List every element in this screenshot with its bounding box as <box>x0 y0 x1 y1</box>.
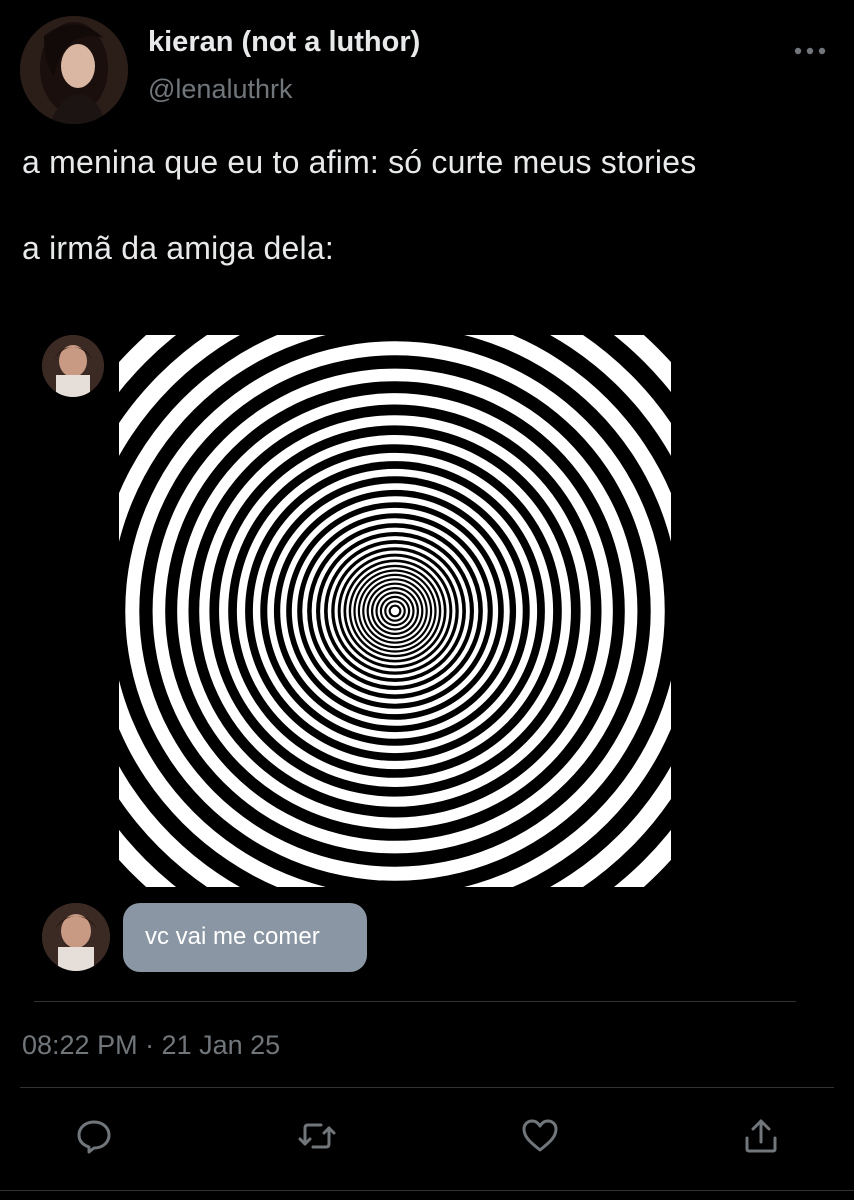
like-icon[interactable] <box>520 1116 560 1156</box>
author-handle[interactable]: @lenaluthrk <box>148 74 292 105</box>
chat-sender-avatar <box>42 903 110 971</box>
profile-photo-avatar <box>20 16 128 124</box>
author-display-name[interactable]: kieran (not a luthor) <box>148 26 420 59</box>
reply-icon[interactable] <box>74 1116 114 1156</box>
divider <box>20 1087 834 1088</box>
tweet-text-line: a menina que eu to afim: só curte meus s… <box>22 144 697 180</box>
divider <box>0 1190 854 1191</box>
more-options-icon[interactable] <box>786 34 834 66</box>
hypnotic-spiral-image[interactable] <box>119 335 671 887</box>
tweet-timestamp[interactable]: 08:22 PM · 21 Jan 25 <box>22 1030 280 1061</box>
chat-message-bubble: vc vai me comer <box>123 903 367 972</box>
chat-sender-avatar <box>42 335 104 397</box>
retweet-icon[interactable] <box>297 1116 337 1156</box>
tweet-detail: kieran (not a luthor) @lenaluthrk a meni… <box>0 0 854 1200</box>
chat-message-text: vc vai me comer <box>145 923 320 950</box>
share-icon[interactable] <box>741 1116 781 1156</box>
author-avatar[interactable] <box>20 16 128 124</box>
divider <box>34 1001 796 1002</box>
tweet-text-line: a irmã da amiga dela: <box>22 230 334 266</box>
